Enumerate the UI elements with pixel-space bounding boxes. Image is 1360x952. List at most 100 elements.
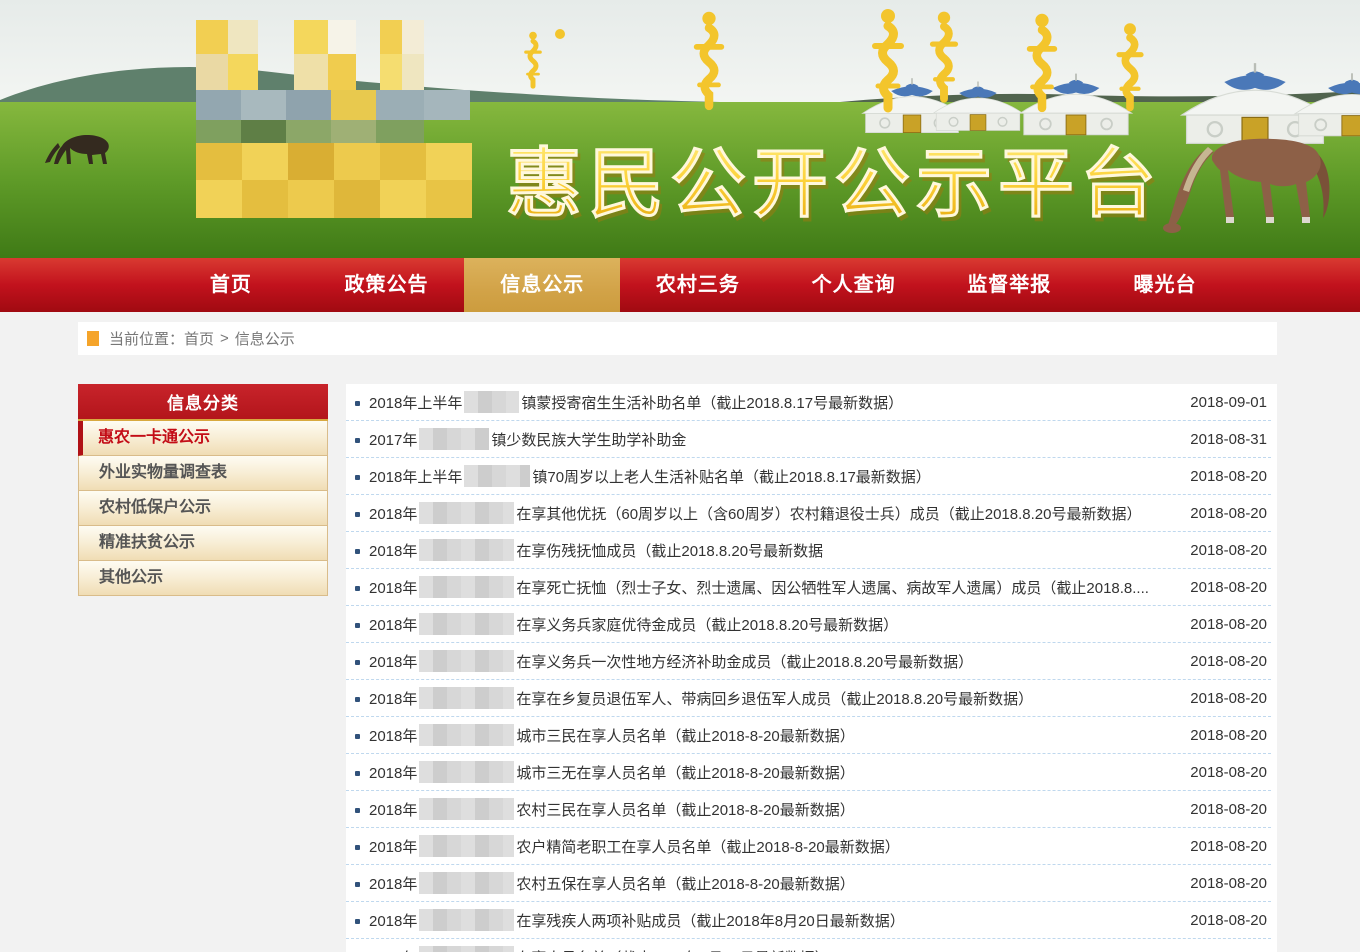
breadcrumb-location-label: 当前位置： bbox=[109, 328, 184, 349]
main-nav: 首页政策公告信息公示农村三务个人查询监督举报曝光台 bbox=[0, 258, 1360, 312]
breadcrumb-home-link[interactable]: 首页 bbox=[184, 328, 214, 349]
announcement-date: 2018-08-20 bbox=[1190, 838, 1267, 855]
sidebar-title: 信息分类 bbox=[78, 384, 328, 421]
announcement-link[interactable]: 2018年在享在乡复员退伍军人、带病回乡退伍军人成员（截止2018.8.20号最… bbox=[369, 687, 1176, 709]
announcement-link[interactable]: 2018年城市三无在享人员名单（截止2018-8-20最新数据） bbox=[369, 761, 1176, 783]
list-item: 2018年在享人员名单（截止2018年8月20日最新数据） bbox=[346, 939, 1271, 952]
bullet-icon bbox=[355, 771, 360, 776]
list-item: 2018年在享死亡抚恤（烈士子女、烈士遗属、因公牺牲军人遗属、病故军人遗属）成员… bbox=[346, 569, 1271, 606]
bullet-icon bbox=[355, 401, 360, 406]
redacted-text-blur bbox=[419, 909, 514, 931]
redacted-text-blur bbox=[419, 798, 514, 820]
banner-title: 惠民公开公示平台 bbox=[506, 142, 1162, 227]
redacted-text-blur bbox=[419, 761, 514, 783]
nav-item-2[interactable]: 政策公告 bbox=[309, 258, 465, 312]
redacted-text-blur bbox=[419, 576, 514, 598]
list-item: 2018年在享残疾人两项补贴成员（截止2018年8月20日最新数据） 2018-0… bbox=[346, 902, 1271, 939]
redacted-text-blur bbox=[419, 650, 514, 672]
redacted-text-blur bbox=[419, 539, 514, 561]
announcement-date: 2018-08-20 bbox=[1190, 542, 1267, 559]
announcement-link[interactable]: 2018年农户精简老职工在享人员名单（截止2018-8-20最新数据） bbox=[369, 835, 1176, 857]
announcement-link[interactable]: 2018年在享死亡抚恤（烈士子女、烈士遗属、因公牺牲军人遗属、病故军人遗属）成员… bbox=[369, 576, 1176, 598]
bullet-icon bbox=[355, 623, 360, 628]
bullet-icon bbox=[355, 734, 360, 739]
announcement-date: 2018-08-20 bbox=[1190, 468, 1267, 485]
breadcrumb-marker-icon bbox=[87, 331, 99, 346]
bullet-icon bbox=[355, 882, 360, 887]
announcement-date: 2018-08-20 bbox=[1190, 616, 1267, 633]
announcement-date: 2018-08-20 bbox=[1190, 579, 1267, 596]
redacted-text-blur bbox=[464, 391, 519, 413]
announcement-link[interactable]: 2018年农村三民在享人员名单（截止2018-8-20最新数据） bbox=[369, 798, 1176, 820]
bullet-icon bbox=[355, 512, 360, 517]
sidebar-item-4[interactable]: 精准扶贫公示 bbox=[78, 526, 328, 561]
announcement-date: 2018-08-20 bbox=[1190, 505, 1267, 522]
announcement-link[interactable]: 2018年农村五保在享人员名单（截止2018-8-20最新数据） bbox=[369, 872, 1176, 894]
redacted-text-blur bbox=[419, 835, 514, 857]
announcement-date: 2018-08-31 bbox=[1190, 431, 1267, 448]
breadcrumb: 当前位置： 首页 > 信息公示 bbox=[78, 322, 1277, 355]
bullet-icon bbox=[355, 475, 360, 480]
redacted-text-blur bbox=[419, 872, 514, 894]
announcement-date: 2018-08-20 bbox=[1190, 801, 1267, 818]
nav-item-3[interactable]: 信息公示 bbox=[464, 258, 620, 312]
redacted-text-blur bbox=[419, 502, 514, 524]
announcement-link[interactable]: 2018年上半年镇蒙授寄宿生生活补助名单（截止2018.8.17号最新数据） bbox=[369, 391, 1176, 413]
bullet-icon bbox=[355, 697, 360, 702]
list-item: 2017年镇少数民族大学生助学补助金 2018-08-31 bbox=[346, 421, 1271, 458]
list-item: 2018年农村五保在享人员名单（截止2018-8-20最新数据） 2018-08-… bbox=[346, 865, 1271, 902]
bullet-icon bbox=[355, 549, 360, 554]
nav-item-5[interactable]: 个人查询 bbox=[776, 258, 932, 312]
redacted-text-blur bbox=[419, 687, 514, 709]
bullet-icon bbox=[355, 438, 360, 443]
breadcrumb-current: 信息公示 bbox=[235, 328, 295, 349]
list-item: 2018年农户精简老职工在享人员名单（截止2018-8-20最新数据） 2018-… bbox=[346, 828, 1271, 865]
list-item: 2018年在享在乡复员退伍军人、带病回乡退伍军人成员（截止2018.8.20号最… bbox=[346, 680, 1271, 717]
announcement-link[interactable]: 2018年城市三民在享人员名单（截止2018-8-20最新数据） bbox=[369, 724, 1176, 746]
announcement-link[interactable]: 2018年在享义务兵家庭优待金成员（截止2018.8.20号最新数据） bbox=[369, 613, 1176, 635]
announcement-link[interactable]: 2017年镇少数民族大学生助学补助金 bbox=[369, 428, 1176, 450]
nav-item-1[interactable]: 首页 bbox=[153, 258, 309, 312]
list-item: 2018年在享义务兵家庭优待金成员（截止2018.8.20号最新数据） 2018-… bbox=[346, 606, 1271, 643]
list-item: 2018年城市三民在享人员名单（截止2018-8-20最新数据） 2018-08-… bbox=[346, 717, 1271, 754]
redacted-text-blur bbox=[419, 613, 514, 635]
announcement-date: 2018-08-20 bbox=[1190, 912, 1267, 929]
announcement-link[interactable]: 2018年在享人员名单（截止2018年8月20日最新数据） bbox=[369, 946, 1253, 952]
list-item: 2018年在享其他优抚（60周岁以上（含60周岁）农村籍退役士兵）成员（截止20… bbox=[346, 495, 1271, 532]
bullet-icon bbox=[355, 586, 360, 591]
announcement-date: 2018-08-20 bbox=[1190, 764, 1267, 781]
list-item: 2018年在享义务兵一次性地方经济补助金成员（截止2018.8.20号最新数据）… bbox=[346, 643, 1271, 680]
bullet-icon bbox=[355, 660, 360, 665]
sidebar-item-1[interactable]: 惠农一卡通公示 bbox=[78, 421, 328, 456]
bullet-icon bbox=[355, 919, 360, 924]
announcement-link[interactable]: 2018年在享残疾人两项补贴成员（截止2018年8月20日最新数据） bbox=[369, 909, 1176, 931]
announcement-link[interactable]: 2018年在享其他优抚（60周岁以上（含60周岁）农村籍退役士兵）成员（截止20… bbox=[369, 502, 1176, 524]
list-item: 2018年城市三无在享人员名单（截止2018-8-20最新数据） 2018-08-… bbox=[346, 754, 1271, 791]
announcement-link[interactable]: 2018年在享义务兵一次性地方经济补助金成员（截止2018.8.20号最新数据） bbox=[369, 650, 1176, 672]
banner-photo: 惠民公开公示平台 惠民公开公示平台 bbox=[0, 0, 1360, 258]
banner: 惠民公开公示平台 惠民公开公示平台 bbox=[0, 0, 1360, 258]
announcement-date: 2018-08-20 bbox=[1190, 653, 1267, 670]
sidebar-item-3[interactable]: 农村低保户公示 bbox=[78, 491, 328, 526]
redacted-text-blur bbox=[464, 465, 530, 487]
sidebar-item-5[interactable]: 其他公示 bbox=[78, 561, 328, 596]
list-item: 2018年上半年镇蒙授寄宿生生活补助名单（截止2018.8.17号最新数据） 20… bbox=[346, 384, 1271, 421]
sidebar: 信息分类 惠农一卡通公示外业实物量调查表农村低保户公示精准扶贫公示其他公示 bbox=[78, 384, 328, 596]
redacted-text-blur bbox=[419, 946, 514, 952]
redacted-text-blur bbox=[419, 428, 489, 450]
list-item: 2018年农村三民在享人员名单（截止2018-8-20最新数据） 2018-08-… bbox=[346, 791, 1271, 828]
announcement-date: 2018-09-01 bbox=[1190, 394, 1267, 411]
announcement-date: 2018-08-20 bbox=[1190, 875, 1267, 892]
announcement-link[interactable]: 2018年上半年镇70周岁以上老人生活补贴名单（截止2018.8.17最新数据） bbox=[369, 465, 1176, 487]
nav-item-4[interactable]: 农村三务 bbox=[620, 258, 776, 312]
bullet-icon bbox=[355, 845, 360, 850]
sidebar-item-2[interactable]: 外业实物量调查表 bbox=[78, 456, 328, 491]
nav-item-6[interactable]: 监督举报 bbox=[931, 258, 1087, 312]
announcement-date: 2018-08-20 bbox=[1190, 690, 1267, 707]
list-item: 2018年上半年镇70周岁以上老人生活补贴名单（截止2018.8.17最新数据）… bbox=[346, 458, 1271, 495]
announcement-link[interactable]: 2018年在享伤残抚恤成员（截止2018.8.20号最新数据 bbox=[369, 539, 1176, 561]
announcement-date: 2018-08-20 bbox=[1190, 727, 1267, 744]
bullet-icon bbox=[355, 808, 360, 813]
nav-item-7[interactable]: 曝光台 bbox=[1087, 258, 1243, 312]
announcement-list: 2018年上半年镇蒙授寄宿生生活补助名单（截止2018.8.17号最新数据） 20… bbox=[346, 384, 1277, 952]
